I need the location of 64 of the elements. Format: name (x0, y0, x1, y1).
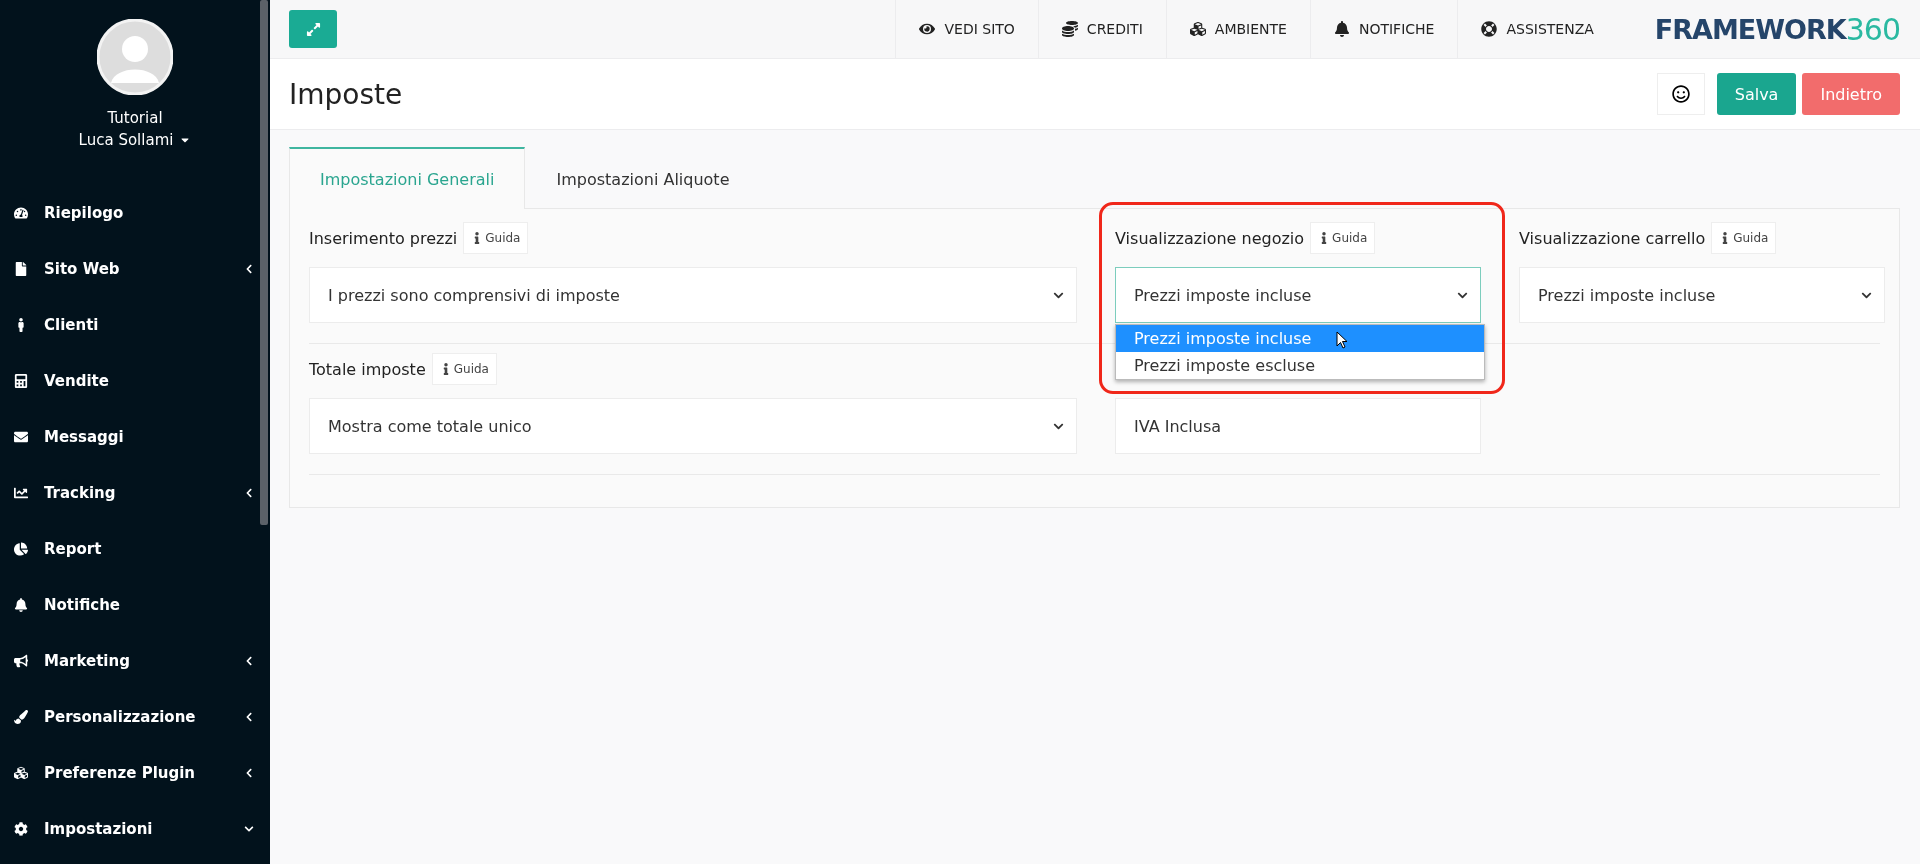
sidebar-item[interactable]: Riepilogo (0, 185, 270, 241)
tab[interactable]: Impostazioni Aliquote (525, 147, 761, 209)
user-name[interactable]: Luca Sollami (78, 131, 174, 149)
scrollbar[interactable] (260, 0, 268, 525)
top-nav-link[interactable]: VEDI SITO (895, 0, 1038, 58)
field-label: Visualizzazione negozio (1115, 228, 1305, 248)
bell-icon (1333, 21, 1350, 37)
pie-chart-icon (14, 542, 28, 556)
coins-icon (1061, 21, 1078, 37)
sidebar-item[interactable]: Sito Web (0, 241, 270, 297)
bell-icon (14, 598, 28, 612)
file-icon (14, 262, 28, 276)
field-label: Visualizzazione carrello (1519, 228, 1706, 248)
top-nav-link[interactable]: NOTIFICHE (1309, 0, 1458, 58)
chevron-left-icon (244, 712, 254, 722)
chevron-left-icon (244, 656, 254, 666)
chevron-left-icon (244, 264, 254, 274)
cubes-icon (1189, 21, 1206, 37)
eye-icon (919, 21, 936, 37)
guide-button[interactable]: Guida (431, 353, 497, 385)
sidebar-item[interactable]: Notifiche (0, 577, 270, 633)
select-field[interactable]: Mostra come totale unico (309, 398, 1077, 454)
envelope-icon (14, 430, 28, 444)
calculator-icon (14, 374, 28, 388)
sidebar-item[interactable]: Messaggi (0, 409, 270, 465)
field-label: Inserimento prezzi (309, 228, 458, 248)
sidebar-item[interactable]: Report (0, 521, 270, 577)
brush-icon (14, 710, 28, 724)
expand-icon (305, 21, 321, 37)
top-nav-link[interactable]: AMBIENTE (1165, 0, 1310, 58)
lifebuoy-icon (1481, 21, 1498, 37)
line-chart-icon (14, 486, 28, 500)
gear-icon (14, 822, 28, 836)
user-role: Tutorial (106, 109, 164, 127)
chevron-left-icon (244, 488, 254, 498)
megaphone-icon (14, 654, 28, 668)
guide-button[interactable]: Guida (463, 222, 529, 254)
chevron-down-icon (244, 824, 254, 834)
sidebar-item[interactable]: Tracking (0, 465, 270, 521)
sidebar-item[interactable]: Clienti (0, 297, 270, 353)
top-nav-link[interactable]: ASSISTENZA (1457, 0, 1617, 58)
gauge-icon (14, 206, 28, 220)
input-field[interactable]: IVA Inclusa (1115, 398, 1481, 454)
guide-button[interactable]: Guida (1310, 222, 1376, 254)
emoji-button[interactable] (1656, 73, 1705, 115)
cubes-icon (14, 766, 28, 780)
sidebar-item[interactable]: Preferenze Plugin (0, 745, 270, 801)
sidebar-item[interactable]: Impostazioni (0, 801, 270, 857)
select-field[interactable]: Prezzi imposte incluse (1115, 267, 1481, 323)
top-nav-link[interactable]: CREDITI (1037, 0, 1166, 58)
sidebar-item[interactable]: Personalizzazione (0, 689, 270, 745)
select-field[interactable]: Prezzi imposte incluse (1519, 267, 1885, 323)
page-title: Imposte (289, 77, 404, 111)
dropdown-option[interactable]: Prezzi imposte escluse (1116, 352, 1484, 379)
chevron-left-icon (244, 768, 254, 778)
smiley-icon (1671, 85, 1690, 103)
logo: FRAMEWORK360 (1653, 10, 1901, 49)
field-label: Totale imposte (309, 359, 426, 379)
select-field[interactable]: I prezzi sono comprensivi di imposte (309, 267, 1077, 323)
sidebar-item[interactable]: Marketing (0, 633, 270, 689)
expand-button[interactable] (289, 10, 337, 48)
cursor-icon (1336, 331, 1348, 349)
guide-button[interactable]: Guida (1711, 222, 1777, 254)
sidebar-item[interactable]: Vendite (0, 353, 270, 409)
